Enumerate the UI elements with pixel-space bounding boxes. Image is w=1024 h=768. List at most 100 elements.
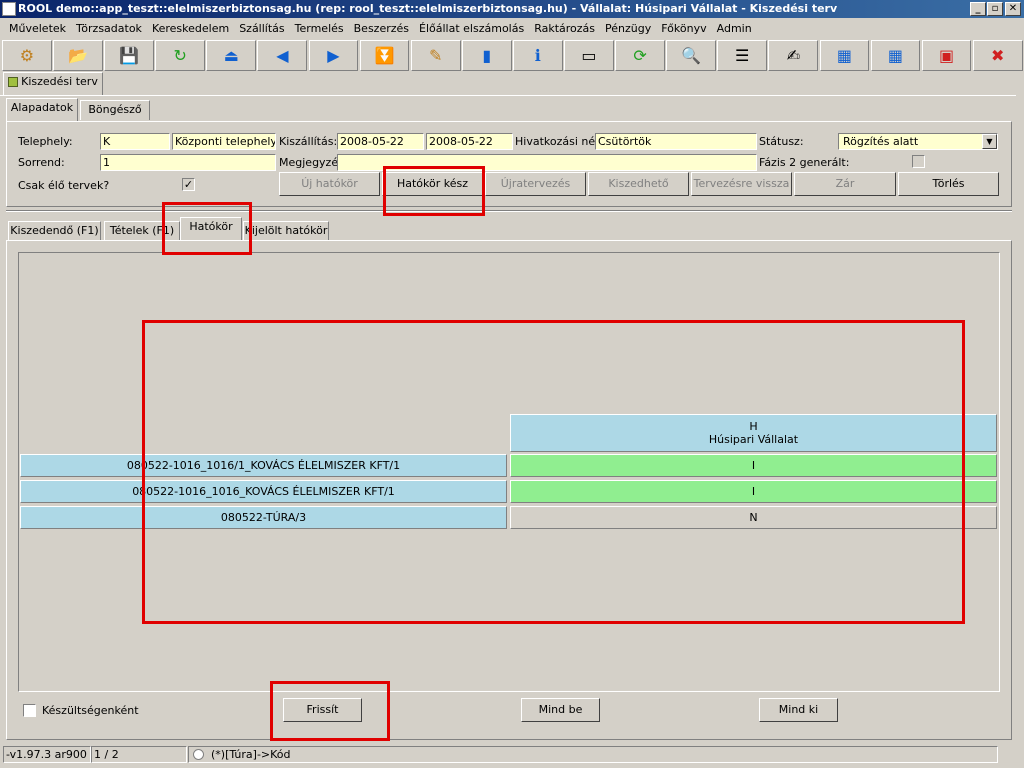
grid-column-header[interactable]: H Húsipari Vállalat <box>510 414 997 452</box>
menu-admin[interactable]: Admin <box>712 19 757 39</box>
frissit-button[interactable]: Frissít <box>283 698 362 722</box>
menu-termeles[interactable]: Termelés <box>290 19 349 39</box>
doc-tab-kiszedesi-terv[interactable]: Kiszedési terv <box>3 72 103 96</box>
radio-icon <box>193 749 204 760</box>
tab-tetelek[interactable]: Tételek (F1) <box>104 221 180 241</box>
refresh-icon: ⟳ <box>633 46 647 65</box>
kiszallitas-to-field[interactable]: 2008-05-22 <box>426 133 513 150</box>
toolbar-button-7[interactable]: ⏬ <box>359 40 410 71</box>
menu-kereskedelem[interactable]: Kereskedelem <box>147 19 234 39</box>
menu-muveletek[interactable]: Műveletek <box>4 19 71 39</box>
grid-icon: ▦ <box>887 46 904 65</box>
menu-fokonyv[interactable]: Főkönyv <box>656 19 711 39</box>
keszultseg-checkbox[interactable] <box>23 704 36 717</box>
window-title: ROOL demo::app_teszt::elelmiszerbiztonsa… <box>18 2 838 15</box>
telephely-label: Telephely: <box>18 135 73 148</box>
status-select[interactable]: Rögzítés alatt ▼ <box>838 133 998 150</box>
column-header-name: Húsipari Vállalat <box>708 433 799 446</box>
status-page: 1 / 2 <box>91 746 187 763</box>
menu-torzsadatok[interactable]: Törzsadatok <box>71 19 147 39</box>
menu-raktarozas[interactable]: Raktározás <box>529 19 600 39</box>
app-icon <box>2 2 16 16</box>
csak-elo-checkbox[interactable]: ✓ <box>182 178 195 191</box>
toolbar-button-3[interactable]: ↻ <box>155 40 206 71</box>
kiszallitas-label: Kiszállítás: <box>279 135 338 148</box>
uj-hatokor-button[interactable]: Új hatókör <box>279 172 380 196</box>
telephely-name-field[interactable]: Központi telephely <box>172 133 276 150</box>
open-folder-icon: 📂 <box>68 46 88 65</box>
maximize-button[interactable]: ▫ <box>987 2 1003 16</box>
toolbar-button-19[interactable]: ✖ <box>972 40 1023 71</box>
kiszedheto-button[interactable]: Kiszedhető <box>588 172 689 196</box>
wrench-icon: ⚙ <box>19 46 35 65</box>
status-path-text: (*)[Túra]->Kód <box>211 748 291 761</box>
undo-icon: ↻ <box>173 46 187 65</box>
hatokor-kesz-button[interactable]: Hatókör kész <box>382 172 483 196</box>
fazis-checkbox[interactable] <box>912 155 925 168</box>
close-icon: ✖ <box>990 46 1005 65</box>
save-icon: 💾 <box>119 46 140 65</box>
layout-icon: ☰ <box>735 46 750 65</box>
toolbar-button-1[interactable]: 📂 <box>53 40 103 71</box>
eject-down-icon: ⏬ <box>374 46 395 65</box>
minimize-button[interactable]: _ <box>970 2 986 16</box>
toolbar-button-14[interactable]: ☰ <box>717 40 768 71</box>
status-label: Státusz: <box>759 135 804 148</box>
tab-kiszedendo[interactable]: Kiszedendő (F1) <box>8 221 101 241</box>
sorrend-field[interactable]: 1 <box>100 154 276 171</box>
toolbar-button-6[interactable]: ▶ <box>308 40 359 71</box>
divider <box>0 95 1016 96</box>
mind-ki-button[interactable]: Mind ki <box>759 698 838 722</box>
row-value-1[interactable]: I <box>510 480 997 503</box>
row-label-0[interactable]: 080522-1016_1016/1_KOVÁCS ÉLELMISZER KFT… <box>20 454 507 477</box>
toolbar-button-11[interactable]: ▭ <box>564 40 614 71</box>
toolbar-button-13[interactable]: 🔍 <box>666 40 717 71</box>
toolbar-button-8[interactable]: ✎ <box>410 40 461 71</box>
toolbar-button-5[interactable]: ◀ <box>257 40 308 71</box>
chevron-down-icon[interactable]: ▼ <box>982 134 997 149</box>
prev-icon: ◀ <box>276 46 289 65</box>
row-label-1[interactable]: 080522-1016_1016_KOVÁCS ÉLELMISZER KFT/1 <box>20 480 507 503</box>
mind-be-button[interactable]: Mind be <box>521 698 600 722</box>
menu-bar: Műveletek Törzsadatok Kereskedelem Száll… <box>0 19 1024 39</box>
toolbar-button-18[interactable]: ▣ <box>921 40 972 71</box>
row-value-0[interactable]: I <box>510 454 997 477</box>
toolbar: ⚙ 📂 💾 ↻ ⏏ ◀ ▶ ⏬ ✎ ▮ ℹ ▭ ⟳ 🔍 ☰ ✍ ▦ ▦ ▣ ✖ <box>0 40 1024 72</box>
row-value-2[interactable]: N <box>510 506 997 529</box>
toolbar-button-4[interactable]: ⏏ <box>206 40 257 71</box>
menu-penzugy[interactable]: Pénzügy <box>600 19 656 39</box>
kiszallitas-from-field[interactable]: 2008-05-22 <box>337 133 424 150</box>
search-icon: 🔍 <box>681 46 702 65</box>
telephely-code-field[interactable]: K <box>100 133 170 150</box>
toolbar-button-16[interactable]: ▦ <box>819 40 870 71</box>
toolbar-button-17[interactable]: ▦ <box>870 40 921 71</box>
tab-alapadatok[interactable]: Alapadatok <box>6 98 78 122</box>
tervezesre-vissza-button[interactable]: Tervezésre vissza <box>691 172 792 196</box>
ujratervezes-button[interactable]: Újratervezés <box>485 172 586 196</box>
tab-kijelolt-hatokor[interactable]: Kijelölt hatókör <box>243 221 329 241</box>
row-label-2[interactable]: 080522-TÚRA/3 <box>20 506 507 529</box>
sign-icon: ✍ <box>786 46 800 65</box>
toolbar-button-10[interactable]: ℹ <box>512 40 563 71</box>
toolbar-button-0[interactable]: ⚙ <box>2 40 52 71</box>
edit-icon: ✎ <box>428 46 443 65</box>
zar-button[interactable]: Zár <box>794 172 896 196</box>
close-window-button[interactable]: ✕ <box>1005 2 1021 16</box>
menu-beszerzes[interactable]: Beszerzés <box>349 19 414 39</box>
hivatkozasi-field[interactable]: Csütörtök <box>595 133 757 150</box>
torles-button[interactable]: Törlés <box>898 172 999 196</box>
toolbar-button-15[interactable]: ✍ <box>768 40 819 71</box>
menu-eloallat[interactable]: Élőállat elszámolás <box>414 19 529 39</box>
megjegyzes-field[interactable] <box>337 154 757 171</box>
doc-icon <box>8 77 19 87</box>
menu-szallitas[interactable]: Szállítás <box>234 19 289 39</box>
toolbar-button-12[interactable]: ⟳ <box>615 40 665 71</box>
toolbar-button-9[interactable]: ▮ <box>461 40 512 71</box>
eject-up-icon: ⏏ <box>223 46 239 65</box>
column-header-code: H <box>749 420 758 433</box>
toolbar-button-2[interactable]: 💾 <box>104 40 154 71</box>
next-icon: ▶ <box>327 46 340 65</box>
status-path: (*)[Túra]->Kód <box>188 746 998 763</box>
tab-bongeszo[interactable]: Böngésző <box>80 100 150 120</box>
tab-hatokor[interactable]: Hatókör <box>180 217 242 241</box>
